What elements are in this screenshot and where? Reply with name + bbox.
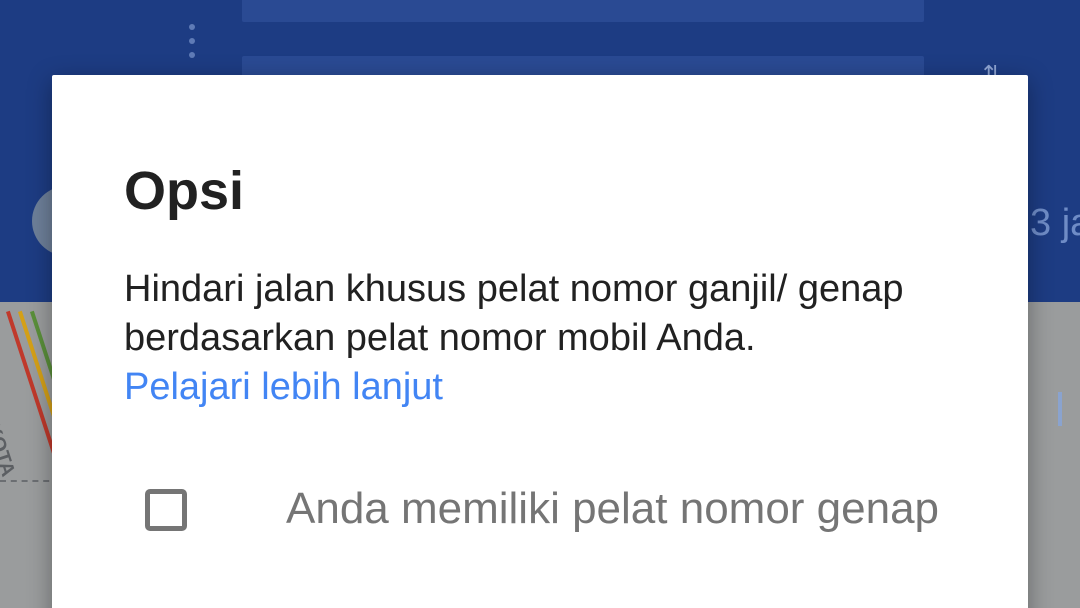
- even-plate-option[interactable]: Anda memiliki pelat nomor genap: [52, 475, 1028, 565]
- options-dialog: Opsi Hindari jalan khusus pelat nomor ga…: [52, 75, 1028, 608]
- start-location-field[interactable]: [242, 0, 924, 22]
- even-plate-label: Anda memiliki pelat nomor genap: [286, 484, 940, 533]
- screen: ⇅ 3 ja KOTA Opsi Hindari jalan khusus pe…: [0, 0, 1080, 608]
- route-dots-icon: [186, 24, 198, 60]
- description-text: Hindari jalan khusus pelat nomor ganjil/…: [124, 268, 904, 359]
- map-marker: [1058, 392, 1062, 426]
- dialog-title: Opsi: [124, 161, 245, 221]
- eta-text: 3 ja: [1030, 202, 1080, 244]
- dialog-description: Hindari jalan khusus pelat nomor ganjil/…: [124, 265, 964, 412]
- even-plate-checkbox[interactable]: [145, 489, 187, 531]
- learn-more-link[interactable]: Pelajari lebih lanjut: [124, 366, 443, 408]
- map-road-dashed: [0, 480, 60, 482]
